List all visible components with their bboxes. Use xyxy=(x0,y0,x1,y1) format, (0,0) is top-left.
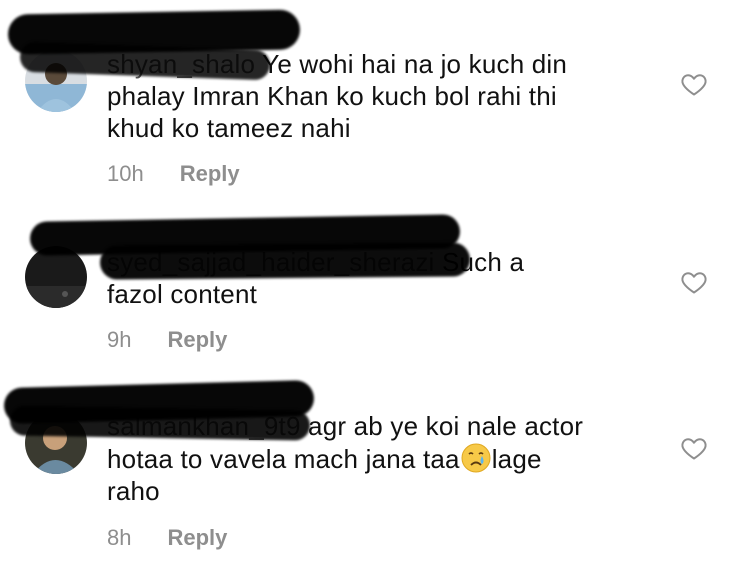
heart-outline-icon[interactable] xyxy=(680,434,708,462)
reply-button[interactable]: Reply xyxy=(180,161,240,187)
redaction-scribble xyxy=(99,242,471,280)
comment-time: 10h xyxy=(107,161,144,186)
comment-line: phalay Imran Khan ko kuch bol rahi thi xyxy=(107,81,557,111)
comment-time: 8h xyxy=(107,525,132,550)
comment-line: hotaa to vavela mach jana taa xyxy=(107,444,460,474)
comment-meta: 8h Reply xyxy=(107,522,227,554)
comment-line: lage xyxy=(491,444,542,474)
comment-meta: 9h Reply xyxy=(107,324,227,356)
heart-outline-icon[interactable] xyxy=(680,70,708,98)
comment-line: agr ab ye koi nale actor xyxy=(308,411,584,441)
comment-line: fazol content xyxy=(107,279,258,309)
reply-button[interactable]: Reply xyxy=(167,327,227,353)
reply-button[interactable]: Reply xyxy=(167,525,227,551)
comment-line: khud ko tameez nahi xyxy=(107,113,351,143)
comment-line: Ye wohi hai na jo kuch din xyxy=(262,49,568,79)
comment-line: raho xyxy=(107,476,160,506)
redaction-scribble xyxy=(9,405,311,441)
comment-time: 9h xyxy=(107,327,132,352)
crying-face-emoji xyxy=(460,442,492,474)
comment-meta: 10h Reply xyxy=(107,158,240,190)
heart-outline-icon[interactable] xyxy=(680,268,708,296)
